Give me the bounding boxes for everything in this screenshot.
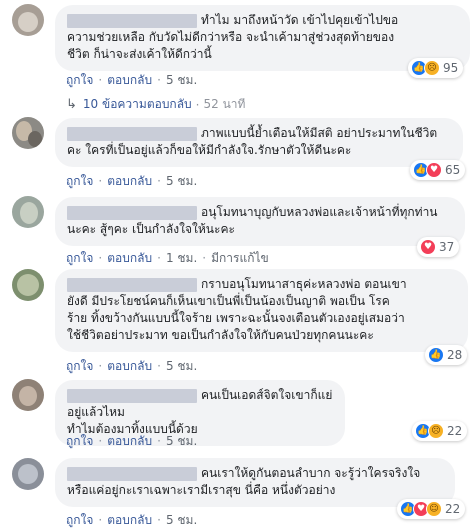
reaction-count: 22 [445, 502, 461, 516]
reaction-summary[interactable]: ♥ 37 [417, 237, 460, 257]
comment-item: คนเป็นเอดส์จิตใจเขาก็แย่อยู่แล้วไหม ทำไม… [0, 377, 475, 455]
reaction-summary[interactable]: 👍 ♥ ☺ 22 [397, 499, 466, 519]
reaction-summary[interactable]: 👍 ☹ 95 [408, 58, 464, 78]
reply-link[interactable]: ตอบกลับ [107, 174, 152, 188]
comment-bubble: กราบอนุโมทนาสาธุค่ะหลวงพ่อ ตอนเขา ยังดี … [55, 269, 468, 352]
commenter-name-redacted[interactable] [67, 126, 197, 141]
comment-actions: ถูกใจ · ตอบกลับ · 5 ชม. [66, 359, 198, 373]
comment-time[interactable]: 5 ชม. [166, 359, 197, 373]
commenter-name-redacted[interactable] [67, 13, 197, 28]
comment-bubble: คนเราให้ดูกันตอนลำบาก จะรู้ว่าใครจริงใจ … [55, 458, 455, 507]
like-link[interactable]: ถูกใจ [66, 434, 93, 448]
comment-time[interactable]: 5 ชม. [166, 434, 197, 448]
reaction-count: 28 [447, 348, 463, 362]
like-link[interactable]: ถูกใจ [66, 513, 93, 527]
like-link[interactable]: ถูกใจ [66, 251, 93, 265]
reaction-summary[interactable]: 👍 28 [425, 345, 468, 365]
sad-reaction-icon: ☹ [424, 60, 440, 76]
edited-label[interactable]: มีการแก้ไข [211, 251, 269, 265]
avatar[interactable] [12, 269, 44, 301]
reaction-count: 65 [445, 163, 461, 177]
comment-time[interactable]: 1 ชม. [166, 251, 197, 265]
like-reaction-icon: 👍 [428, 347, 444, 363]
avatar[interactable] [12, 4, 44, 36]
replies-count[interactable]: 10 ข้อความตอบกลับ [83, 95, 192, 114]
haha-reaction-icon: ☺ [426, 501, 442, 517]
comment-bubble: ทำไม มาถึงหน้าวัด เข้าไปคุยเข้าไปขอ ความ… [55, 5, 470, 71]
reply-link[interactable]: ตอบกลับ [107, 73, 152, 87]
avatar[interactable] [12, 458, 44, 490]
reply-link[interactable]: ตอบกลับ [107, 359, 152, 373]
reaction-count: 37 [439, 240, 455, 254]
reply-link[interactable]: ตอบกลับ [107, 513, 152, 527]
comment-actions: ถูกใจ · ตอบกลับ · 5 ชม. [66, 434, 198, 448]
comment-actions: ถูกใจ · ตอบกลับ · 5 ชม. [66, 513, 198, 527]
reply-link[interactable]: ตอบกลับ [107, 251, 152, 265]
reaction-count: 95 [443, 61, 459, 75]
reply-arrow-icon: ↳ [66, 97, 77, 112]
comment-actions: ถูกใจ · ตอบกลับ · 5 ชม. [66, 174, 198, 188]
avatar[interactable] [12, 379, 44, 411]
like-link[interactable]: ถูกใจ [66, 73, 93, 87]
comment-bubble: ภาพแบบนี้ย้ำเตือนให้มีสติ อย่าประมาทในชี… [55, 118, 463, 167]
comment-item: อนุโมทนาบุญกับหลวงพ่อและเจ้าหน้าที่ทุกท่… [0, 192, 475, 267]
comment-item: ภาพแบบนี้ย้ำเตือนให้มีสติ อย่าประมาทในชี… [0, 115, 475, 195]
comment-time[interactable]: 5 ชม. [166, 174, 197, 188]
reply-link[interactable]: ตอบกลับ [107, 434, 152, 448]
commenter-name-redacted[interactable] [67, 466, 197, 481]
comment-actions: ถูกใจ · ตอบกลับ · 5 ชม. [66, 73, 198, 87]
heart-reaction-icon: ♥ [420, 239, 436, 255]
view-replies-link[interactable]: ↳ 10 ข้อความตอบกลับ · 52 นาที [66, 95, 245, 114]
reaction-summary[interactable]: 👍 ☹ 22 [412, 421, 468, 441]
reaction-summary[interactable]: 👍 ♥ 65 [410, 160, 466, 180]
comment-time[interactable]: 5 ชม. [166, 513, 197, 527]
comment-time[interactable]: 5 ชม. [166, 73, 197, 87]
avatar[interactable] [12, 117, 44, 149]
reaction-count: 22 [447, 424, 463, 438]
comment-bubble: อนุโมทนาบุญกับหลวงพ่อและเจ้าหน้าที่ทุกท่… [55, 197, 465, 246]
commenter-name-redacted[interactable] [67, 388, 197, 403]
comment-item: คนเราให้ดูกันตอนลำบาก จะรู้ว่าใครจริงใจ … [0, 452, 475, 527]
replies-time: 52 นาที [203, 97, 246, 111]
comment-item: ทำไม มาถึงหน้าวัด เข้าไปคุยเข้าไปขอ ความ… [0, 0, 475, 120]
commenter-name-redacted[interactable] [67, 277, 197, 292]
sad-reaction-icon: ☹ [428, 423, 444, 439]
commenter-name-redacted[interactable] [67, 205, 197, 220]
like-link[interactable]: ถูกใจ [66, 174, 93, 188]
heart-reaction-icon: ♥ [426, 162, 442, 178]
avatar[interactable] [12, 196, 44, 228]
comment-item: กราบอนุโมทนาสาธุค่ะหลวงพ่อ ตอนเขา ยังดี … [0, 265, 475, 375]
like-link[interactable]: ถูกใจ [66, 359, 93, 373]
